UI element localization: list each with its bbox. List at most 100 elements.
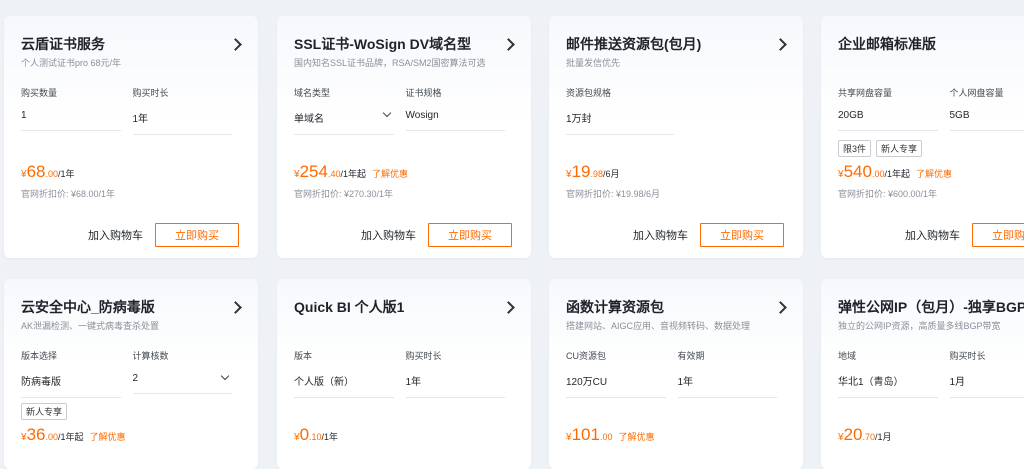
product-card-mail-push: 邮件推送资源包(包月) 批量发信优先 资源包规格 1万封 ¥ 19 .98 /6… [549, 16, 803, 258]
buy-now-button[interactable]: 立即购买 [428, 223, 512, 247]
spec-fields: 版本选择 防病毒版 计算核数 2 [21, 349, 244, 398]
chevron-right-icon[interactable] [502, 301, 515, 314]
card-title: Quick BI 个人版1 [294, 297, 404, 317]
promo-link[interactable]: 了解优惠 [90, 430, 126, 443]
personal-disk-select[interactable]: 5GB [950, 110, 1024, 131]
domain-type-select[interactable]: 单域名 [294, 110, 394, 135]
tag-list: 新人专享 [21, 403, 67, 420]
product-card-elastic-ip: 弹性公网IP（包月）-独享BGP带宽 独立的公网IP资源，高质量多线BGP带宽 … [821, 279, 1024, 469]
add-to-cart-button[interactable]: 加入购物车 [88, 227, 143, 243]
spec-duration: 购买时长 1月 [950, 349, 1024, 398]
product-card-security-center: 云安全中心_防病毒版 AK泄漏检测、一键式病毒查杀处置 版本选择 防病毒版 计算… [4, 279, 258, 469]
add-to-cart-button[interactable]: 加入购物车 [361, 227, 416, 243]
spec-label: 地域 [838, 349, 938, 362]
spec-cert-spec: 证书规格 Wosign [406, 86, 506, 135]
spec-edition: 版本选择 防病毒版 [21, 349, 121, 398]
spec-label: 域名类型 [294, 86, 394, 99]
card-header[interactable]: 企业邮箱标准版 [838, 34, 1024, 54]
select-value: 2 [133, 373, 139, 384]
promo-link[interactable]: 了解优惠 [372, 167, 408, 180]
validity-select[interactable]: 1年 [678, 373, 778, 398]
buy-now-button[interactable]: 立即购买 [700, 223, 784, 247]
card-actions: 加入购物车 立即购买 [633, 223, 784, 247]
package-size-select[interactable]: 1万封 [566, 110, 674, 135]
duration-select[interactable]: 1年 [406, 373, 506, 398]
price-integer: 540 [844, 162, 872, 182]
duration-select[interactable]: 1年 [133, 110, 233, 135]
price-unit: /1年起 [58, 430, 84, 443]
spec-quantity: 购买数量 1 [21, 86, 121, 135]
card-header[interactable]: 邮件推送资源包(包月) [566, 34, 789, 54]
spec-label: 计算核数 [133, 349, 233, 362]
region-select[interactable]: 华北1（青岛） [838, 373, 938, 398]
chevron-down-icon [221, 372, 229, 380]
price: ¥ 36 .00 /1年起 了解优惠 [21, 425, 126, 445]
card-header[interactable]: 弹性公网IP（包月）-独享BGP带宽 [838, 297, 1024, 317]
product-card-quick-bi: Quick BI 个人版1 版本 个人版（新） 购买时长 1年 ¥ 0 .10 … [277, 279, 531, 469]
chevron-right-icon[interactable] [774, 301, 787, 314]
buy-now-button[interactable]: 立即购买 [155, 223, 239, 247]
cu-package-select[interactable]: 120万CU [566, 373, 666, 398]
spec-label: 版本选择 [21, 349, 121, 362]
version-select[interactable]: 个人版（新） [294, 373, 394, 398]
price-unit: /1年 [58, 167, 75, 180]
original-price: 官网折扣价: ¥19.98/6月 [566, 187, 660, 200]
promo-link[interactable]: 了解优惠 [618, 430, 654, 443]
card-actions: 加入购物车 立即购买 [88, 223, 239, 247]
original-price: 官网折扣价: ¥600.00/1年 [838, 187, 937, 200]
spec-cores: 计算核数 2 [133, 349, 233, 398]
price-decimal: .00 [872, 169, 885, 179]
add-to-cart-button[interactable]: 加入购物车 [633, 227, 688, 243]
spec-fields: 购买数量 1 购买时长 1年 [21, 86, 244, 135]
chevron-right-icon[interactable] [502, 38, 515, 51]
spec-label: 购买数量 [21, 86, 121, 99]
add-to-cart-button[interactable]: 加入购物车 [905, 227, 960, 243]
price-integer: 19 [572, 162, 591, 182]
price: ¥ 19 .98 /6月 [566, 162, 620, 182]
card-description: 个人测试证书pro 68元/年 [21, 56, 121, 69]
duration-select[interactable]: 1月 [950, 373, 1024, 398]
price-decimal: .00 [45, 169, 58, 179]
quantity-input[interactable]: 1 [21, 110, 121, 131]
chevron-right-icon[interactable] [774, 38, 787, 51]
card-title: 弹性公网IP（包月）-独享BGP带宽 [838, 297, 1024, 317]
tag-list: 限3件 新人专享 [838, 140, 922, 157]
buy-now-button[interactable]: 立即购买 [972, 223, 1024, 247]
price-integer: 254 [300, 162, 328, 182]
limit-tag: 限3件 [838, 140, 871, 157]
price-unit: /1年起 [884, 167, 910, 180]
product-card-enterprise-mail: 企业邮箱标准版 共享网盘容量 20GB 个人网盘容量 5GB 限3件 新人专享 … [821, 16, 1024, 258]
card-description: 搭建网站、AIGC应用、音视频转码、数据处理 [566, 319, 750, 332]
card-header[interactable]: Quick BI 个人版1 [294, 297, 517, 317]
spec-label: 购买时长 [950, 349, 1024, 362]
card-title: 云安全中心_防病毒版 [21, 297, 155, 317]
edition-select[interactable]: 防病毒版 [21, 373, 121, 398]
price-unit: /1月 [875, 430, 892, 443]
card-title: 邮件推送资源包(包月) [566, 34, 701, 54]
shared-disk-select[interactable]: 20GB [838, 110, 938, 131]
chevron-down-icon [382, 109, 390, 117]
price: ¥ 254 .40 /1年起 了解优惠 [294, 162, 408, 182]
price-decimal: .00 [600, 432, 613, 442]
spec-personal-disk: 个人网盘容量 5GB [950, 86, 1024, 131]
card-title: SSL证书-WoSign DV域名型 [294, 34, 471, 54]
card-header[interactable]: 函数计算资源包 [566, 297, 789, 317]
card-header[interactable]: 云安全中心_防病毒版 [21, 297, 244, 317]
price-integer: 36 [27, 425, 46, 445]
chevron-right-icon[interactable] [229, 38, 242, 51]
card-header[interactable]: 云盾证书服务 [21, 34, 244, 54]
new-user-tag: 新人专享 [21, 403, 67, 420]
card-title: 函数计算资源包 [566, 297, 664, 317]
spec-label: 共享网盘容量 [838, 86, 938, 99]
card-description: 批量发信优先 [566, 56, 620, 69]
spec-version: 版本 个人版（新） [294, 349, 394, 398]
card-header[interactable]: SSL证书-WoSign DV域名型 [294, 34, 517, 54]
price-unit: /1年起 [340, 167, 366, 180]
chevron-right-icon[interactable] [229, 301, 242, 314]
card-actions: 加入购物车 立即购买 [361, 223, 512, 247]
spec-label: 资源包规格 [566, 86, 674, 99]
cores-select[interactable]: 2 [133, 373, 233, 394]
price-decimal: .40 [328, 169, 341, 179]
promo-link[interactable]: 了解优惠 [916, 167, 952, 180]
cert-spec-select[interactable]: Wosign [406, 110, 506, 131]
